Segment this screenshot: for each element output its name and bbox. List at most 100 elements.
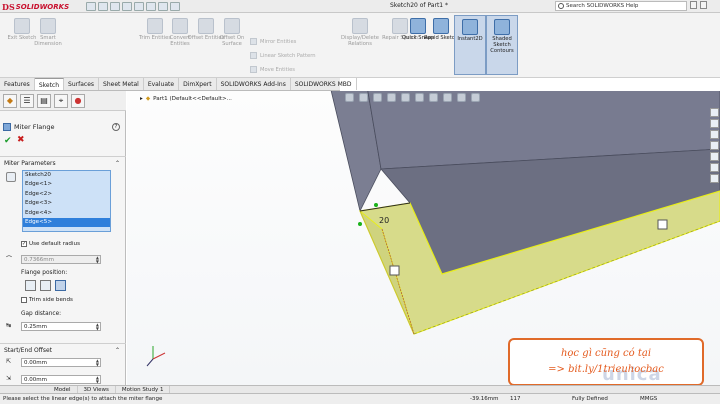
bend-radius-icon: ⌒ bbox=[6, 256, 13, 263]
open-icon[interactable] bbox=[98, 2, 108, 11]
offset-on-surface-button[interactable]: Offset On Surface bbox=[212, 15, 252, 75]
use-default-radius-checkbox[interactable]: ✓ Use default radius bbox=[21, 241, 80, 247]
solidworks-logo[interactable]: DS SOLIDWORKS bbox=[2, 1, 69, 12]
dimension-label[interactable]: 20 bbox=[379, 216, 389, 225]
status-y-coordinate: 117 bbox=[510, 396, 521, 402]
collapse-icon[interactable]: ⌃ bbox=[115, 160, 120, 167]
tab-sheet-metal[interactable]: Sheet Metal bbox=[99, 78, 144, 90]
gap-distance-label: Gap distance: bbox=[21, 311, 62, 317]
bend-radius-field[interactable]: 0.7366mm ▲ ▼ bbox=[21, 255, 101, 264]
bend-outside-button[interactable] bbox=[55, 280, 66, 291]
help-icon[interactable]: ? bbox=[112, 123, 120, 131]
help-search-input[interactable]: Search SOLIDWORKS Help bbox=[555, 1, 687, 11]
move-label: Move Entities bbox=[260, 66, 295, 73]
bend-handle-icon[interactable] bbox=[389, 265, 400, 276]
miter-parameters-section[interactable]: Miter Parameters ⌃ bbox=[0, 156, 126, 170]
watermark-line2: => bit.ly/1trieuhocbac bbox=[548, 364, 664, 375]
display-delete-relations-button[interactable]: Display/Delete Relations bbox=[338, 15, 382, 75]
tab-mbd[interactable]: SOLIDWORKS MBD bbox=[291, 78, 357, 90]
select-icon[interactable] bbox=[146, 2, 156, 11]
home-icon[interactable] bbox=[710, 108, 719, 117]
list-item-selected[interactable]: Edge<5> bbox=[23, 217, 110, 228]
dimxpert-manager-icon[interactable]: ⌖ bbox=[54, 93, 68, 108]
collapse-icon[interactable]: ⌃ bbox=[115, 347, 120, 354]
instant2d-button[interactable]: Instant2D bbox=[454, 15, 486, 75]
part-icon: ◆ bbox=[145, 96, 151, 102]
edit-appearance-icon[interactable] bbox=[443, 93, 452, 102]
print-icon[interactable] bbox=[122, 2, 132, 11]
gap-distance-field[interactable]: 0.25mm ▲ ▼ bbox=[21, 322, 101, 331]
relations-label: Display/Delete Relations bbox=[341, 35, 379, 47]
list-item[interactable]: Edge<4> bbox=[23, 209, 110, 218]
list-item[interactable]: Edge<1> bbox=[23, 180, 110, 189]
spinner-icon[interactable]: ▲ ▼ bbox=[96, 376, 99, 384]
tab-sketch[interactable]: Sketch bbox=[34, 78, 65, 90]
spinner-icon[interactable]: ▲ ▼ bbox=[96, 323, 99, 331]
file-explorer-icon[interactable] bbox=[710, 141, 719, 150]
section-view-icon[interactable] bbox=[387, 93, 396, 102]
spinner-icon[interactable]: ▲ ▼ bbox=[96, 359, 99, 367]
move-entities-button[interactable]: Move Entities bbox=[250, 66, 295, 73]
previous-view-icon[interactable] bbox=[373, 93, 382, 102]
cancel-button[interactable]: ✖ bbox=[17, 135, 25, 145]
property-manager-icon[interactable]: ☰ bbox=[20, 93, 34, 108]
rapid-sketch-button[interactable]: Rapid Sketch bbox=[424, 15, 458, 75]
trim-side-bends-checkbox[interactable]: Trim side bends bbox=[21, 297, 73, 303]
edge-list[interactable]: Sketch20 Edge<1> Edge<2> Edge<3> Edge<4>… bbox=[22, 170, 111, 232]
material-inside-button[interactable] bbox=[25, 280, 36, 291]
material-outside-button[interactable] bbox=[40, 280, 51, 291]
display-manager-icon[interactable]: ● bbox=[71, 93, 85, 108]
tab-addins[interactable]: SOLIDWORKS Add-Ins bbox=[217, 78, 291, 90]
tab-3d-views[interactable]: 3D Views bbox=[78, 386, 116, 393]
tab-motion-study[interactable]: Motion Study 1 bbox=[116, 386, 171, 393]
new-doc-icon[interactable] bbox=[86, 2, 96, 11]
miter-parameters-title: Miter Parameters bbox=[4, 160, 56, 167]
status-bar: Please select the linear edge(s) to atta… bbox=[0, 393, 720, 404]
options-icon[interactable] bbox=[170, 2, 180, 11]
custom-properties-icon[interactable] bbox=[710, 174, 719, 183]
zoom-area-icon[interactable] bbox=[359, 93, 368, 102]
mirror-entities-button[interactable]: Mirror Entities bbox=[250, 38, 296, 45]
view-palette-icon[interactable] bbox=[710, 152, 719, 161]
pm-title: Miter Flange bbox=[14, 123, 55, 131]
spinner-icon[interactable]: ▲ ▼ bbox=[96, 256, 99, 264]
minimize-icon[interactable] bbox=[690, 1, 697, 9]
list-item[interactable]: Edge<2> bbox=[23, 190, 110, 199]
flyout-feature-tree[interactable]: ▸ ◆ Part1 (Default<<Default>... bbox=[140, 96, 232, 102]
apply-scene-icon[interactable] bbox=[457, 93, 466, 102]
start-offset-field[interactable]: 0.00mm ▲ ▼ bbox=[21, 358, 101, 367]
view-orientation-icon[interactable] bbox=[401, 93, 410, 102]
end-offset-field[interactable]: 0.00mm ▲ ▼ bbox=[21, 375, 101, 384]
search-icon bbox=[558, 3, 564, 9]
zoom-to-fit-icon[interactable] bbox=[345, 93, 354, 102]
undo-icon[interactable] bbox=[134, 2, 144, 11]
list-item[interactable]: Sketch20 bbox=[23, 171, 110, 180]
display-style-icon[interactable] bbox=[415, 93, 424, 102]
appearances-icon[interactable] bbox=[710, 163, 719, 172]
tab-surfaces[interactable]: Surfaces bbox=[64, 78, 100, 90]
tab-evaluate[interactable]: Evaluate bbox=[144, 78, 180, 90]
ok-button[interactable]: ✔ bbox=[4, 136, 12, 146]
close-icon[interactable] bbox=[700, 1, 707, 9]
sketch-endpoint[interactable] bbox=[374, 203, 378, 207]
configuration-manager-icon[interactable]: ▤ bbox=[37, 93, 51, 108]
list-item[interactable]: Edge<3> bbox=[23, 199, 110, 208]
tab-features[interactable]: Features bbox=[0, 78, 35, 90]
view-settings-icon[interactable] bbox=[471, 93, 480, 102]
hide-show-icon[interactable] bbox=[429, 93, 438, 102]
tab-dimxpert[interactable]: DimXpert bbox=[179, 78, 217, 90]
linear-pattern-button[interactable]: Linear Sketch Pattern bbox=[250, 52, 316, 59]
bend-handle-icon[interactable] bbox=[657, 219, 668, 230]
rebuild-icon[interactable] bbox=[158, 2, 168, 11]
shaded-sketch-contours-button[interactable]: Shaded Sketch Contours bbox=[486, 15, 518, 75]
move-icon bbox=[250, 66, 257, 73]
smart-dimension-button[interactable]: Smart Dimension bbox=[28, 15, 68, 75]
save-icon[interactable] bbox=[110, 2, 120, 11]
resources-icon[interactable] bbox=[710, 119, 719, 128]
status-units[interactable]: MMGS bbox=[640, 394, 657, 404]
start-end-offset-section[interactable]: Start/End Offset ⌃ bbox=[0, 343, 126, 357]
feature-manager-icon[interactable]: ◆ bbox=[3, 93, 17, 108]
tab-model[interactable]: Model bbox=[48, 386, 78, 393]
sketch-endpoint[interactable] bbox=[358, 222, 362, 226]
design-library-icon[interactable] bbox=[710, 130, 719, 139]
